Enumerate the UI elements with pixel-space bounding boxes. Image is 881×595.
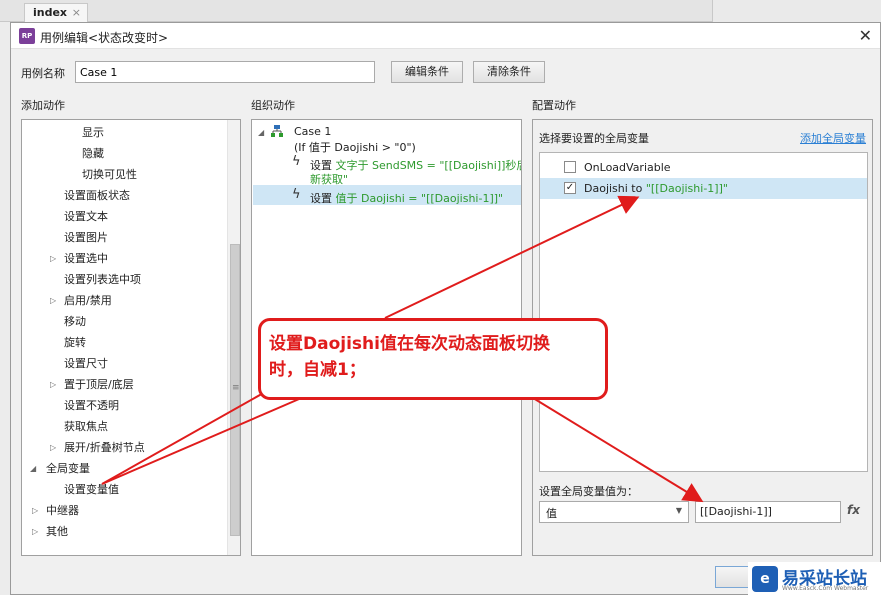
fx-button[interactable]: fx	[847, 503, 860, 517]
scroll-thumb[interactable]: ≡	[230, 244, 240, 536]
case-icon	[271, 125, 283, 137]
app-icon: RP	[19, 28, 35, 44]
tree-item-hide[interactable]: 隐藏	[82, 143, 104, 164]
organize-action-label: 组织动作	[251, 99, 295, 112]
case-title[interactable]: Case 1	[294, 125, 331, 138]
callout-line1: 设置Daojishi值在每次动态面板切换	[269, 334, 550, 354]
callout-line2: 时，自减1；	[269, 360, 366, 380]
add-global-var-link[interactable]: 添加全局变量	[800, 130, 866, 146]
action-tree: 显示 隐藏 切换可见性 设置面板状态 设置文本 设置图片 ▷ 设置选中 设置列表…	[21, 119, 241, 556]
variable-name: OnLoadVariable	[584, 161, 671, 174]
expand-icon[interactable]: ▷	[50, 443, 56, 452]
collapse-icon[interactable]: ◢	[30, 464, 36, 473]
tree-item-rotate[interactable]: 旋转	[64, 332, 86, 353]
case-editor-dialog: RP 用例编辑<状态改变时> ✕ 用例名称 编辑条件 清除条件 添加动作 组织动…	[10, 22, 881, 595]
checkbox[interactable]: ✓	[564, 182, 576, 194]
add-action-label: 添加动作	[21, 99, 65, 112]
edit-condition-button[interactable]: 编辑条件	[391, 61, 463, 83]
tree-item-size[interactable]: 设置尺寸	[64, 353, 108, 374]
annotation-callout: 设置Daojishi值在每次动态面板切换 时，自减1；	[258, 318, 608, 400]
scrollbar[interactable]: ≡	[227, 120, 240, 555]
tree-item-focus[interactable]: 获取焦点	[64, 416, 108, 437]
tree-item-repeater[interactable]: 中继器	[46, 500, 79, 521]
select-value: 值	[546, 507, 557, 520]
tree-item-global-vars[interactable]: 全局变量	[46, 458, 90, 479]
tree-item-enable[interactable]: 启用/禁用	[64, 290, 112, 311]
configure-action-label: 配置动作	[532, 99, 576, 112]
variable-list: OnLoadVariable ✓ Daojishi to "[[Daojishi…	[539, 152, 868, 472]
expand-icon[interactable]: ▷	[32, 506, 38, 515]
lightning-icon: ϟ	[292, 154, 301, 169]
close-icon[interactable]: ×	[72, 6, 81, 19]
case-condition: (If 值于 Daojishi > "0")	[294, 141, 416, 154]
chevron-down-icon: ▼	[675, 506, 682, 515]
title-bar: RP 用例编辑<状态改变时> ✕	[11, 23, 880, 49]
tree-item-set-list[interactable]: 设置列表选中项	[64, 269, 141, 290]
lightning-icon: ϟ	[292, 187, 301, 202]
case-name-input[interactable]	[75, 61, 375, 83]
ok-button[interactable]	[715, 566, 751, 588]
tree-item-expand-tree[interactable]: 展开/折叠树节点	[64, 437, 145, 458]
tree-item-set-selected[interactable]: 设置选中	[64, 248, 108, 269]
tree-item-order[interactable]: 置于顶层/底层	[64, 374, 134, 395]
tree-item-set-var[interactable]: 设置变量值	[64, 479, 119, 500]
collapse-icon[interactable]: ◢	[258, 128, 264, 137]
tab-label: index	[33, 6, 68, 19]
tree-item-other[interactable]: 其他	[46, 521, 68, 542]
watermark-subtitle: Www.Easck.Com Webmaster	[782, 585, 869, 592]
clear-condition-button[interactable]: 清除条件	[473, 61, 545, 83]
value-type-select[interactable]: 值 ▼	[539, 501, 689, 523]
watermark-logo-icon: e	[752, 566, 778, 592]
tree-item-set-text[interactable]: 设置文本	[64, 206, 108, 227]
list-item[interactable]: ✓ Daojishi to "[[Daojishi-1]]"	[540, 178, 867, 199]
set-value-label: 设置全局变量值为：	[539, 485, 638, 498]
tree-item-toggle[interactable]: 切换可见性	[82, 164, 137, 185]
background-panel	[712, 0, 881, 22]
case-name-label: 用例名称	[21, 67, 65, 80]
select-var-header: 选择要设置的全局变量	[539, 132, 649, 145]
tree-item-panel-state[interactable]: 设置面板状态	[64, 185, 130, 206]
action-detail: 值于 Daojishi = "[[Daojishi-1]]"	[335, 192, 504, 205]
checkbox[interactable]	[564, 161, 576, 173]
expand-icon[interactable]: ▷	[32, 527, 38, 536]
action-prefix: 设置	[310, 192, 336, 205]
tab-index[interactable]: index ×	[24, 3, 88, 22]
dialog-title: 用例编辑<状态改变时>	[40, 31, 169, 45]
value-input[interactable]: [[Daojishi-1]]	[695, 501, 841, 523]
grip-icon: ≡	[232, 383, 240, 393]
list-item[interactable]: OnLoadVariable	[540, 157, 867, 178]
expand-icon[interactable]: ▷	[50, 380, 56, 389]
action-set-var[interactable]: 设置 值于 Daojishi = "[[Daojishi-1]]"	[310, 190, 503, 206]
expand-icon[interactable]: ▷	[50, 254, 56, 263]
variable-name: Daojishi to "[[Daojishi-1]]"	[584, 182, 728, 195]
tree-item-set-image[interactable]: 设置图片	[64, 227, 108, 248]
tree-item-show[interactable]: 显示	[82, 122, 104, 143]
tree-item-opacity[interactable]: 设置不透明	[64, 395, 119, 416]
tree-item-move[interactable]: 移动	[64, 311, 86, 332]
action-detail: 文字于 SendSMS = "[[Daojishi]]秒后重	[335, 159, 522, 172]
watermark: e 易采站长站 Www.Easck.Com Webmaster	[748, 562, 881, 595]
close-icon[interactable]: ✕	[859, 26, 872, 45]
expand-icon[interactable]: ▷	[50, 296, 56, 305]
